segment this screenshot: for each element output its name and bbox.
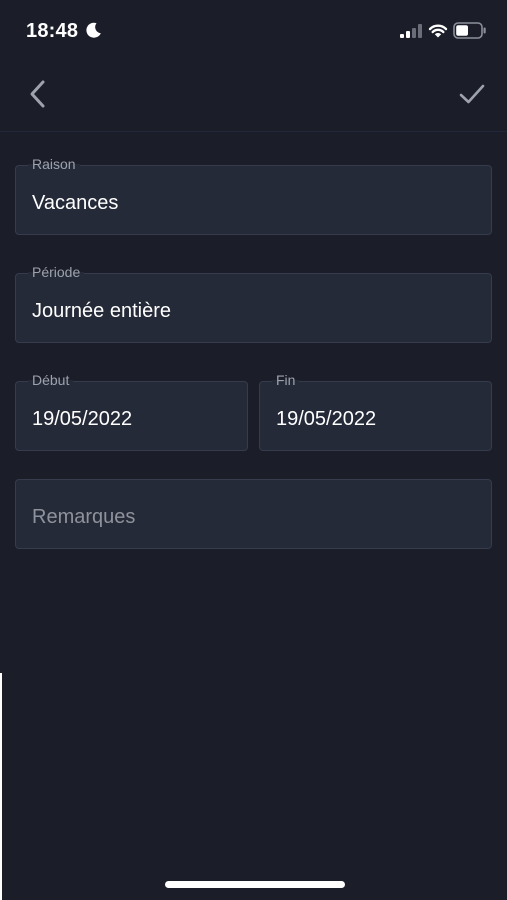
battery-icon	[453, 22, 486, 39]
moon-icon	[86, 22, 101, 38]
debut-label: Début	[28, 371, 74, 389]
status-time: 18:48	[26, 20, 79, 42]
home-indicator[interactable]	[165, 881, 345, 888]
left-edge-strip	[0, 673, 2, 900]
fin-value: 19/05/2022	[276, 408, 377, 430]
periode-field[interactable]: Période Journée entière	[15, 263, 492, 343]
checkmark-icon	[459, 84, 485, 104]
back-button[interactable]	[20, 76, 54, 112]
raison-label: Raison	[28, 155, 80, 173]
raison-field[interactable]: Raison Vacances	[15, 155, 492, 235]
fin-date-field[interactable]: Fin 19/05/2022	[259, 371, 492, 451]
raison-value: Vacances	[32, 192, 119, 214]
leave-request-screen: 18:48 Raison Vacances Période Journée en…	[0, 0, 507, 900]
status-bar: 18:48	[0, 0, 507, 62]
confirm-button[interactable]	[454, 76, 490, 112]
fin-label: Fin	[272, 371, 300, 389]
debut-date-field[interactable]: Début 19/05/2022	[15, 371, 248, 451]
remarques-field[interactable]: Remarques	[15, 479, 492, 549]
nav-bar	[0, 62, 507, 132]
periode-value: Journée entière	[32, 300, 171, 322]
periode-label: Période	[28, 263, 85, 281]
debut-value: 19/05/2022	[32, 408, 133, 430]
remarques-placeholder: Remarques	[32, 506, 136, 528]
chevron-left-icon	[30, 80, 45, 108]
wifi-icon	[428, 24, 448, 38]
signal-icon	[400, 24, 422, 38]
